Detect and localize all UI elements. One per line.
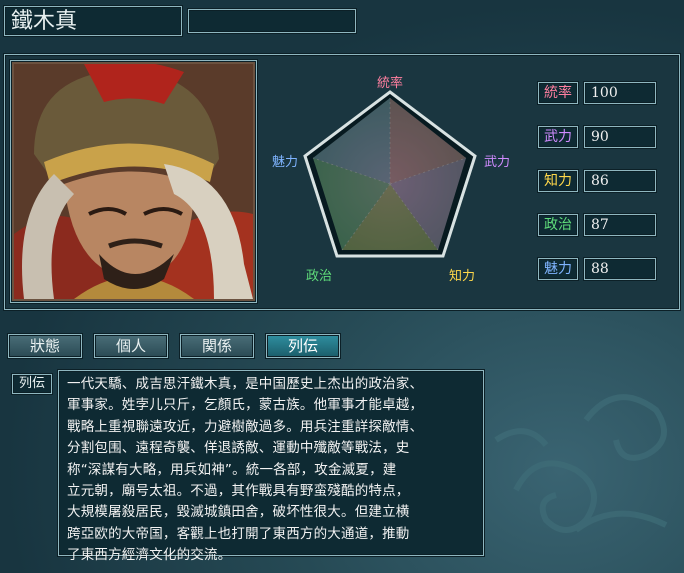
portrait-image [14, 64, 253, 299]
biography-line: 大規模屠殺居民，毀滅城鎮田舍，破坏性很大。但建立横 [67, 504, 410, 521]
tab-status[interactable]: 狀態 [8, 334, 82, 358]
biography-line: 戰略上重視聯遠攻近，力避樹敵過多。用兵注重詳探敵情、 [67, 418, 424, 435]
tab-personal[interactable]: 個人 [94, 334, 168, 358]
stat-label: 魅力 [538, 258, 578, 280]
stat-value: 100 [584, 82, 656, 104]
decorative-cloud-pattern [494, 394, 668, 533]
biography-line: 一代天驕、成吉思汗鐵木真，是中国歷史上杰出的政治家、 [67, 376, 424, 392]
biography-label: 列伝 [12, 374, 52, 394]
character-portrait [14, 64, 253, 299]
biography-line: 跨亞欧的大帝国，客觀上也打開了東西方的大通道，推動 [67, 525, 410, 542]
biography-line: 軍事家。姓孛儿只斤，乞顏氏，蒙古族。他軍事才能卓越， [67, 397, 424, 414]
biography-line: 立元朝，廟号太祖。不過，其作戰具有野蛮殘酷的特点， [67, 483, 410, 500]
stat-label: 知力 [538, 170, 578, 192]
stat-value: 88 [584, 258, 656, 280]
stats-radar-chart: 統率 武力 知力 政治 魅力 [272, 75, 510, 284]
radar-label-bottom-right: 知力 [449, 268, 475, 284]
tab-biography[interactable]: 列伝 [266, 334, 340, 358]
stat-label: 統率 [538, 82, 578, 104]
stat-label: 政治 [538, 214, 578, 236]
biography-text: 一代天驕、成吉思汗鐵木真，是中国歷史上杰出的政治家、 軍事家。姓孛儿只斤，乞顏氏… [58, 370, 484, 563]
biography-line: 分割包围、遠程奇襲、佯退誘敵、運動中殲敵等戰法，史 [67, 440, 410, 457]
character-title [188, 9, 356, 33]
radar-label-top: 統率 [377, 75, 403, 91]
game-screen: 鐵木真 統率 武力 知力 政治 魅力 統率 100 武力 90 知力 86 政治… [0, 0, 684, 573]
stat-value: 87 [584, 214, 656, 236]
tab-relations[interactable]: 関係 [180, 334, 254, 358]
character-name: 鐵木真 [4, 6, 182, 36]
biography-line: 称“深謀有大略，用兵如神”。統一各部，攻金滅夏，建 [67, 461, 397, 478]
radar-label-right: 武力 [484, 155, 510, 170]
radar-label-left: 魅力 [272, 155, 298, 170]
radar-label-bottom-left: 政治 [306, 269, 332, 284]
stat-value: 90 [584, 126, 656, 148]
stat-label: 武力 [538, 126, 578, 148]
biography-line: 了東西方經濟文化的交流。 [67, 547, 232, 564]
stat-value: 86 [584, 170, 656, 192]
